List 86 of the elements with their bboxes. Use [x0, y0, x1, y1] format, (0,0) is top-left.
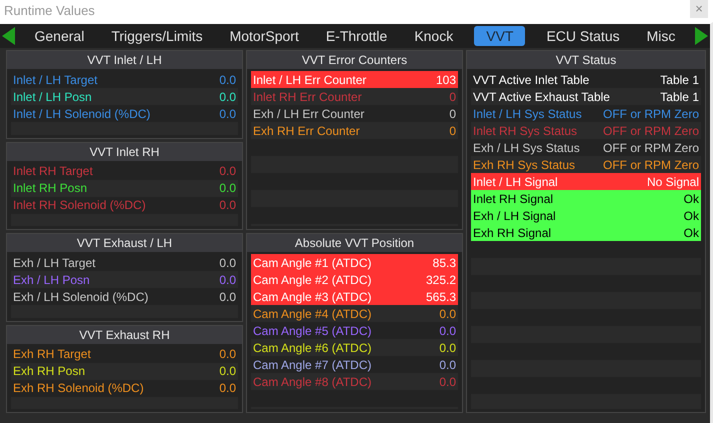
- value-label: Inlet RH Err Counter: [253, 88, 362, 106]
- tab[interactable]: E-Throttle: [320, 26, 394, 46]
- value-reading: 0.0: [219, 197, 236, 214]
- value-reading: 0.0: [219, 163, 236, 180]
- value-label: Inlet / LH Err Counter: [253, 72, 366, 88]
- value-reading: OFF or RPM Zero: [602, 106, 699, 122]
- panel-header: VVT Status: [467, 51, 705, 69]
- value-label: Inlet / LH Target: [13, 72, 98, 88]
- value-label: Exh RH Signal: [473, 224, 552, 242]
- value-reading: 325.2: [426, 272, 456, 288]
- value-label: Exh / LH Target: [13, 254, 96, 272]
- value-reading: 0.0: [439, 306, 456, 322]
- panel-header: VVT Inlet / LH: [7, 51, 242, 69]
- value-label: Cam Angle #8 (ATDC): [253, 374, 372, 390]
- panel-header: VVT Exhaust RH: [7, 326, 242, 344]
- value-reading: OFF or RPM Zero: [602, 156, 699, 174]
- value-reading: Ok: [684, 190, 699, 208]
- value-reading: 0.0: [219, 380, 236, 397]
- value-reading: 0.0: [219, 72, 236, 88]
- value-reading: OFF or RPM Zero: [602, 140, 699, 156]
- value-reading: 0.0: [219, 88, 236, 106]
- tab[interactable]: MotorSport: [224, 26, 305, 46]
- value-label: Cam Angle #4 (ATDC): [253, 306, 372, 322]
- scroll-right-icon[interactable]: [695, 27, 708, 45]
- panel-header: VVT Error Counters: [247, 51, 462, 69]
- window-title: Runtime Values: [4, 2, 95, 20]
- value-label: Inlet RH Target: [13, 163, 93, 180]
- tab[interactable]: ECU Status: [540, 26, 626, 46]
- value-label: Inlet / LH Solenoid (%DC): [13, 106, 150, 122]
- value-reading: 0: [449, 88, 456, 106]
- value-label: Cam Angle #3 (ATDC): [253, 288, 372, 306]
- value-reading: 0.0: [439, 322, 456, 340]
- value-reading: 0.0: [219, 106, 236, 122]
- value-label: Inlet RH Solenoid (%DC): [13, 197, 146, 214]
- value-label: Exh / LH Solenoid (%DC): [13, 288, 148, 306]
- value-label: Exh RH Target: [13, 346, 91, 363]
- value-reading: Ok: [684, 224, 699, 242]
- value-reading: Ok: [684, 208, 699, 224]
- value-label: Exh / LH Signal: [473, 208, 556, 224]
- value-reading: 565.3: [426, 288, 456, 306]
- value-reading: 103: [436, 72, 456, 88]
- value-reading: 0.0: [439, 340, 456, 356]
- value-label: VVT Active Inlet Table: [473, 72, 590, 88]
- value-reading: OFF or RPM Zero: [602, 122, 699, 140]
- value-reading: 0.0: [219, 346, 236, 363]
- value-reading: 0.0: [439, 356, 456, 374]
- value-label: Inlet RH Sys Status: [473, 122, 578, 140]
- value-reading: 0.0: [219, 180, 236, 197]
- value-reading: 85.3: [432, 254, 456, 272]
- value-label: Inlet / LH Posn: [13, 88, 92, 106]
- value-reading: 0: [449, 122, 456, 140]
- value-label: Cam Angle #5 (ATDC): [253, 322, 372, 340]
- value-label: Cam Angle #7 (ATDC): [253, 356, 372, 374]
- value-label: Exh RH Posn: [13, 363, 86, 380]
- tab[interactable]: Misc: [640, 26, 682, 46]
- value-reading: 0.0: [219, 254, 236, 272]
- value-reading: Table 1: [660, 72, 699, 88]
- value-label: Inlet / LH Signal: [473, 174, 558, 190]
- value-label: Exh / LH Posn: [13, 272, 90, 288]
- value-reading: 0: [449, 106, 456, 122]
- value-label: Cam Angle #2 (ATDC): [253, 272, 372, 288]
- value-reading: 0.0: [219, 288, 236, 306]
- tab[interactable]: VVT: [474, 26, 526, 46]
- tab[interactable]: Triggers/Limits: [105, 26, 209, 46]
- panel-header: VVT Exhaust / LH: [7, 234, 242, 252]
- tab[interactable]: Knock: [408, 26, 460, 46]
- scroll-left-icon[interactable]: [2, 27, 15, 45]
- panel-header: Absolute VVT Position: [247, 234, 462, 252]
- value-label: Inlet RH Signal: [473, 190, 554, 208]
- value-label: Exh RH Err Counter: [253, 122, 360, 140]
- panel-header: VVT Inlet RH: [7, 142, 242, 160]
- value-label: Cam Angle #6 (ATDC): [253, 340, 372, 356]
- value-reading: No Signal: [646, 174, 699, 190]
- value-label: Cam Angle #1 (ATDC): [253, 254, 372, 272]
- value-reading: 0.0: [219, 363, 236, 380]
- value-reading: 0.0: [439, 374, 456, 390]
- value-reading: 0.0: [219, 272, 236, 288]
- value-label: Exh RH Solenoid (%DC): [13, 380, 144, 397]
- value-label: Exh RH Sys Status: [473, 156, 576, 174]
- value-label: Inlet / LH Sys Status: [473, 106, 582, 122]
- value-reading: Table 1: [660, 88, 699, 106]
- value-label: VVT Active Exhaust Table: [473, 88, 610, 106]
- value-label: Exh / LH Err Counter: [253, 106, 364, 122]
- value-label: Inlet RH Posn: [13, 180, 88, 197]
- tab[interactable]: General: [28, 26, 90, 46]
- value-label: Exh / LH Sys Status: [473, 140, 580, 156]
